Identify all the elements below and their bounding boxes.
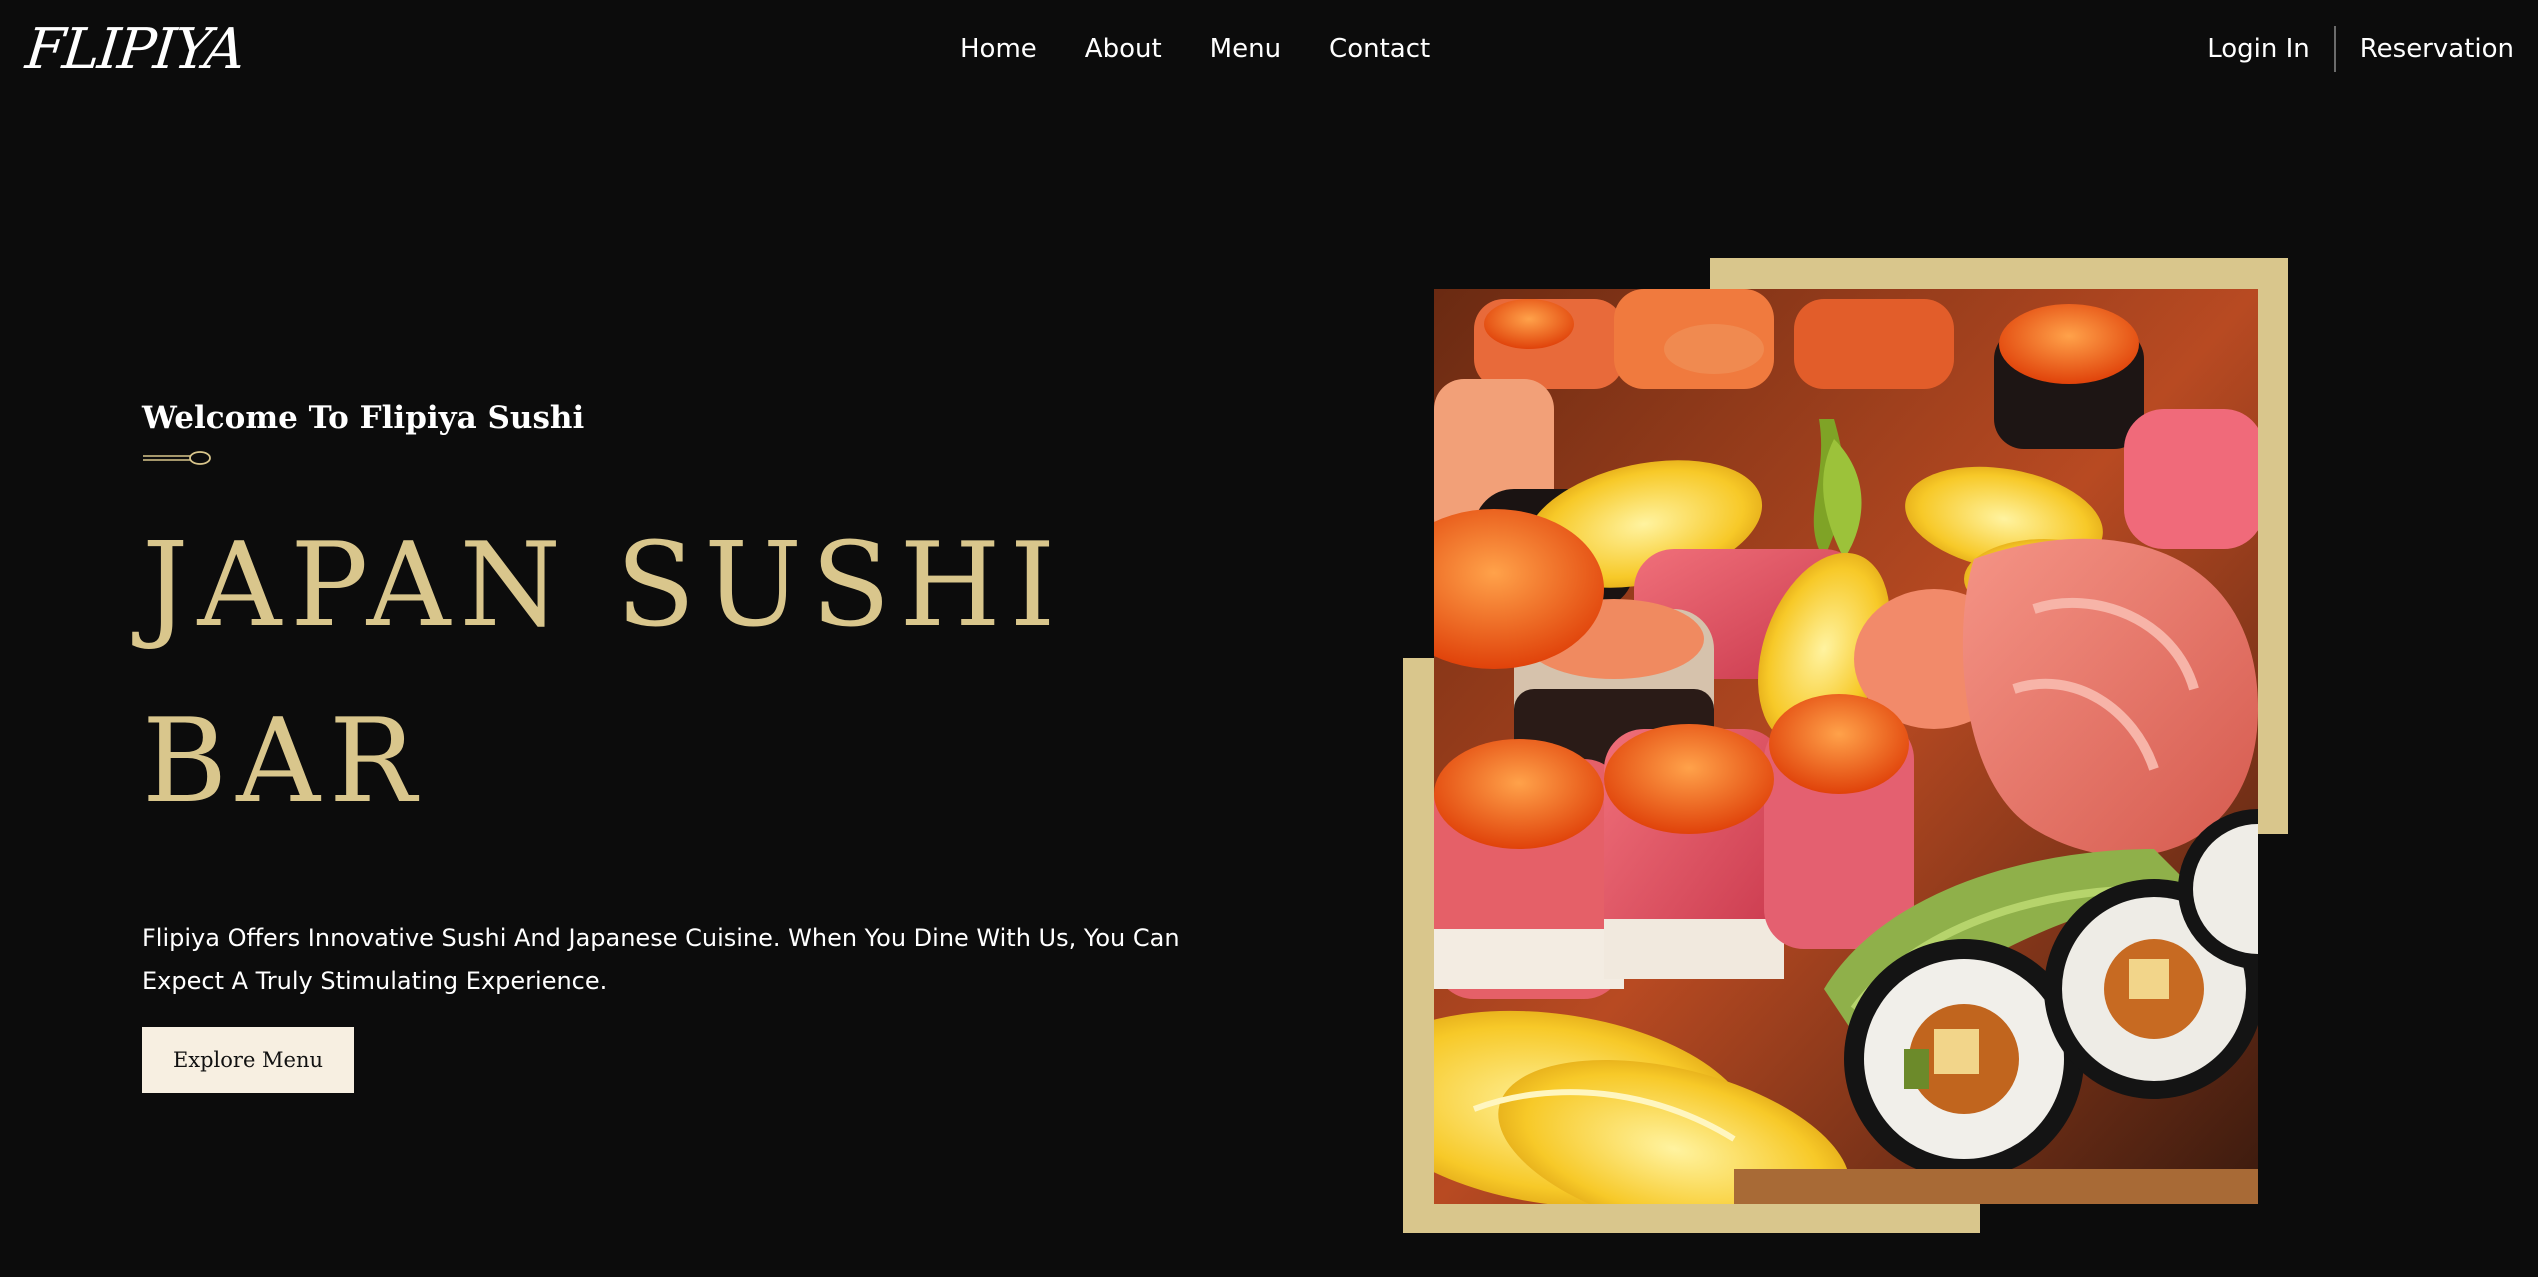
main-nav: Home About Menu Contact bbox=[960, 0, 1430, 98]
explore-menu-button[interactable]: Explore Menu bbox=[142, 1027, 354, 1093]
hero-title-line-2: BAR bbox=[142, 694, 426, 829]
nav-about[interactable]: About bbox=[1085, 34, 1162, 64]
reservation-link[interactable]: Reservation bbox=[2336, 34, 2522, 64]
logo[interactable]: FLIPIYA bbox=[23, 17, 247, 82]
welcome-heading: Welcome To Flipiya Sushi bbox=[142, 400, 585, 436]
hero-title: JAPAN SUSHI BAR bbox=[142, 498, 1242, 850]
nav-home[interactable]: Home bbox=[960, 34, 1037, 64]
hero-description: Flipiya Offers Innovative Sushi And Japa… bbox=[142, 924, 1180, 995]
header-actions: Login In Reservation bbox=[2183, 0, 2522, 98]
sushi-platter-image bbox=[1434, 289, 2258, 1204]
login-link[interactable]: Login In bbox=[2183, 34, 2334, 64]
nav-menu[interactable]: Menu bbox=[1210, 34, 1281, 64]
nav-contact[interactable]: Contact bbox=[1329, 34, 1430, 64]
hero-title-line-1: JAPAN SUSHI bbox=[142, 518, 1065, 653]
spoon-icon bbox=[143, 451, 211, 465]
